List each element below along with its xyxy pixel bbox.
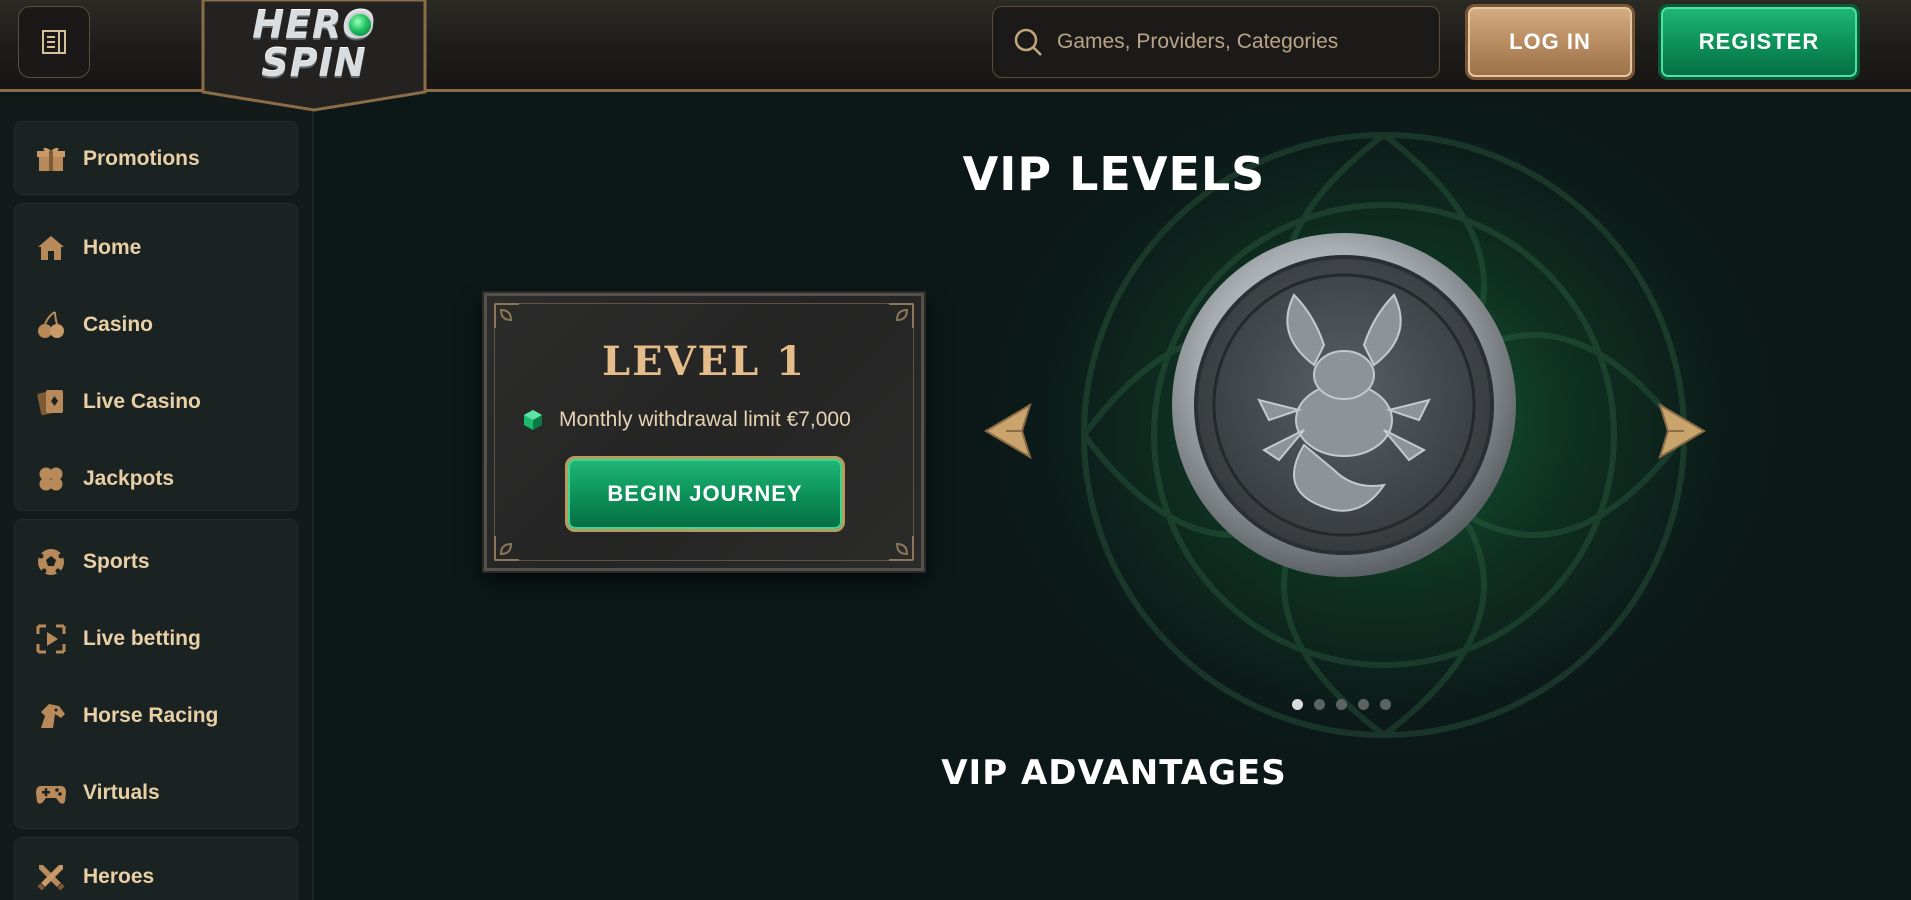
search-input[interactable] [1057,30,1417,54]
sidebar-group-promotions: Promotions [14,121,298,195]
logo[interactable]: HERO SPIN [201,0,427,112]
logo-text: HERO SPIN [252,3,376,85]
sidebar-item-label: Live Casino [83,390,201,413]
sidebar-item-horse-racing[interactable]: Horse Racing [15,686,299,746]
gamepad-icon [33,775,69,811]
carousel-dot-3[interactable] [1336,699,1347,710]
ornament-corner-icon [494,536,519,561]
carousel-prev-arrow-icon[interactable] [982,403,1034,459]
gift-icon [33,141,69,177]
level-benefit: Monthly withdrawal limit €7,000 [523,408,851,432]
ornament-corner-icon [889,536,914,561]
sidebar: Promotions Home Casino Live Casino Jackp… [0,95,314,900]
begin-journey-button[interactable]: BEGIN JOURNEY [565,456,845,532]
sidebar-item-label: Virtuals [83,781,160,804]
sidebar-item-label: Casino [83,313,154,336]
sidebar-group-sports: Sports Live betting Horse Racing Virtual… [14,519,298,829]
sidebar-item-sports[interactable]: Sports [15,532,299,592]
sidebar-item-label: Live betting [83,627,201,650]
main-content: VIP LEVELS LEVEL 1 Monthly withdrawal li… [314,95,1911,900]
soccer-ball-icon [33,544,69,580]
sidebar-group-heroes: Heroes [14,837,298,900]
register-button[interactable]: REGISTER [1658,4,1860,80]
playing-cards-icon [33,384,69,420]
sidebar-item-label: Sports [83,550,150,573]
emerald-gem-icon [347,12,373,38]
scorpion-medal-icon [1172,233,1516,577]
carousel-next-arrow-icon[interactable] [1656,403,1708,459]
sidebar-item-label: Heroes [83,865,155,888]
home-icon [33,230,69,266]
ornament-corner-icon [889,303,914,328]
sidebar-item-virtuals[interactable]: Virtuals [15,763,299,823]
sidebar-item-label: Promotions [83,147,200,170]
menu-icon [42,30,66,54]
level-card: LEVEL 1 Monthly withdrawal limit €7,000 … [484,293,924,571]
level-benefit-text: Monthly withdrawal limit €7,000 [559,408,851,431]
sidebar-item-live-betting[interactable]: Live betting [15,609,299,669]
play-screen-icon [33,621,69,657]
ornament-corner-icon [494,303,519,328]
sidebar-item-promotions[interactable]: Promotions [15,129,299,189]
vip-levels-heading: VIP LEVELS [962,147,1266,201]
carousel-dot-2[interactable] [1314,699,1325,710]
search-field[interactable] [992,6,1440,78]
sidebar-item-label: Horse Racing [83,704,219,727]
vip-advantages-heading: VIP ADVANTAGES [941,753,1287,793]
sidebar-group-casino: Home Casino Live Casino Jackpots [14,203,298,511]
login-button[interactable]: LOG IN [1465,4,1635,80]
crossed-swords-icon [33,859,69,895]
emerald-bullet-icon [524,410,542,430]
sidebar-item-heroes[interactable]: Heroes [15,847,299,900]
sidebar-item-live-casino[interactable]: Live Casino [15,372,299,432]
carousel-dot-4[interactable] [1358,699,1369,710]
search-icon [1014,28,1042,56]
cherries-icon [33,307,69,343]
carousel-pagination [1292,699,1402,710]
sidebar-item-label: Jackpots [83,467,175,490]
carousel-dot-5[interactable] [1380,699,1391,710]
level-title: LEVEL 1 [601,338,807,385]
clover-icon [33,461,69,497]
sidebar-item-jackpots[interactable]: Jackpots [15,449,299,509]
carousel-dot-1[interactable] [1292,699,1303,710]
menu-toggle-button[interactable] [18,6,90,78]
sidebar-item-home[interactable]: Home [15,218,299,278]
sidebar-item-label: Home [83,236,142,259]
horse-head-icon [33,698,69,734]
sidebar-item-casino[interactable]: Casino [15,295,299,355]
